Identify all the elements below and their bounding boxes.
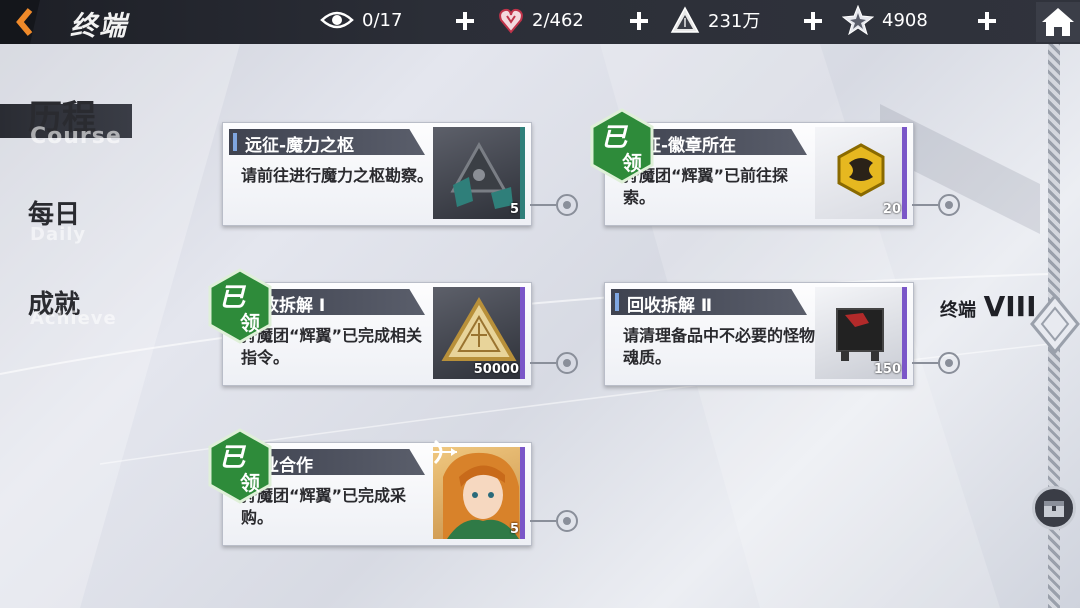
resource-value: 231万	[708, 11, 761, 32]
progress-node	[938, 194, 960, 216]
add-coin-button[interactable]	[802, 10, 824, 32]
top-bar: 终端 0/17 2/462 231万 4908	[0, 0, 1080, 44]
terminal-label-text: 终端	[940, 300, 976, 321]
connector-line	[530, 204, 556, 206]
quest-card[interactable]: 回收拆解 Ⅱ 请清理备品中不必要的怪物魂质。 150	[604, 282, 914, 386]
claimed-text: 已	[219, 283, 247, 313]
reward-item[interactable]: 20	[815, 127, 907, 219]
eye-icon	[320, 11, 354, 29]
reward-item[interactable]: 150	[815, 287, 907, 379]
connector-line	[530, 520, 556, 522]
reward-count: 150	[873, 362, 901, 377]
card-title-bar: 回收拆解 Ⅱ	[611, 289, 807, 315]
connector-line	[530, 362, 556, 364]
connector-line	[912, 362, 938, 364]
back-button[interactable]	[0, 0, 52, 44]
progress-node	[938, 352, 960, 374]
claimed-badge: 已 领	[208, 428, 272, 504]
nav-item-achieve[interactable]: 成就 Achieve	[0, 284, 140, 340]
bow-icon	[431, 439, 457, 465]
terminal-level-label: 终端 VIII	[940, 290, 1037, 323]
reward-rarity-edge	[902, 127, 907, 219]
reward-count: 50000	[473, 362, 519, 377]
background-art	[0, 44, 1051, 608]
nav-sublabel: Achieve	[30, 308, 117, 329]
claimed-text: 领	[622, 151, 642, 175]
resource-eye: 0/17	[320, 6, 402, 34]
claimed-text: 领	[240, 311, 260, 335]
home-icon	[1036, 2, 1080, 42]
resource-heart: 2/462	[498, 6, 584, 34]
reward-count: 5	[509, 202, 519, 217]
card-title: 远征-魔力之枢	[245, 136, 355, 156]
nav-item-daily[interactable]: 每日 Daily	[0, 194, 140, 250]
progress-node	[556, 194, 578, 216]
nav-sublabel: Daily	[30, 224, 87, 245]
terminal-roman: VIII	[983, 290, 1037, 323]
claimed-text: 已	[601, 123, 629, 153]
claimed-badge: 已 领	[590, 108, 654, 184]
chest-icon	[1044, 501, 1064, 517]
reward-count: 5	[509, 522, 519, 537]
reward-rarity-edge	[902, 287, 907, 379]
star-gem-icon	[842, 5, 874, 35]
card-description: 请清理备品中不必要的怪物魂质。	[623, 326, 816, 367]
reward-item[interactable]: 5	[433, 127, 525, 219]
add-heart-button[interactable]	[628, 10, 650, 32]
add-eye-button[interactable]	[454, 10, 476, 32]
nav-item-course[interactable]: 历程 Course	[0, 90, 140, 150]
progress-node	[556, 510, 578, 532]
reward-count: 20	[882, 202, 901, 217]
card-description: 请前往进行魔力之枢勘察。	[241, 166, 434, 185]
pyramid-coin-icon	[670, 6, 700, 33]
reward-rarity-edge	[520, 127, 525, 219]
reward-item[interactable]: 50000	[433, 287, 525, 379]
back-arrow-icon	[0, 0, 40, 44]
reward-rarity-edge	[520, 447, 525, 539]
heart-crystal-icon	[499, 8, 523, 34]
add-star-button[interactable]	[976, 10, 998, 32]
resource-value: 4908	[882, 9, 928, 31]
card-title-bar: 远征-魔力之枢	[229, 129, 425, 155]
claimed-badge: 已 领	[208, 268, 272, 344]
terminal-level-icon[interactable]	[1030, 294, 1080, 354]
connector-line	[912, 204, 938, 206]
reward-chest-button[interactable]	[1032, 486, 1076, 530]
resource-value: 0/17	[362, 9, 403, 31]
progress-node	[556, 352, 578, 374]
home-button[interactable]	[1036, 2, 1080, 42]
nav-sublabel: Course	[30, 124, 122, 149]
quest-card[interactable]: 远征-魔力之枢 请前往进行魔力之枢勘察。 5	[222, 122, 532, 226]
page-title: 终端	[70, 11, 128, 42]
reward-rarity-edge	[520, 287, 525, 379]
claimed-text: 领	[240, 471, 260, 495]
resource-star: 4908	[842, 5, 928, 35]
resource-value: 2/462	[532, 9, 584, 31]
resource-coin: 231万	[670, 6, 760, 34]
card-title: 回收拆解 Ⅱ	[627, 296, 713, 316]
claimed-text: 已	[219, 443, 247, 473]
